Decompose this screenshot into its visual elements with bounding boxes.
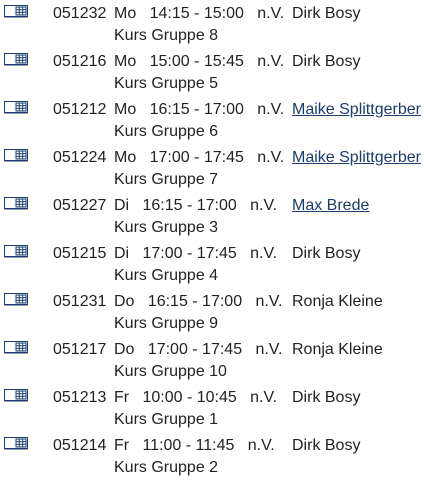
add-to-schedule-icon[interactable] bbox=[4, 437, 28, 450]
course-day: Di bbox=[114, 245, 130, 262]
course-group: Kurs Gruppe 9 bbox=[114, 315, 219, 332]
course-number: 051213 bbox=[53, 389, 107, 406]
course-group: Kurs Gruppe 4 bbox=[114, 267, 219, 284]
course-note: n.V. bbox=[250, 389, 278, 406]
course-day: Fr bbox=[114, 437, 130, 454]
course-time: 17:00 - 17:45 bbox=[149, 149, 244, 166]
course-time: 15:00 - 15:45 bbox=[149, 53, 244, 70]
course-time: 16:15 - 17:00 bbox=[142, 197, 237, 214]
course-note: n.V. bbox=[257, 5, 285, 22]
course-note: n.V. bbox=[247, 437, 275, 454]
course-group: Kurs Gruppe 6 bbox=[114, 123, 219, 140]
add-to-schedule-icon[interactable] bbox=[4, 149, 28, 162]
course-note: n.V. bbox=[255, 293, 283, 310]
add-to-schedule-icon[interactable] bbox=[4, 389, 28, 402]
add-to-schedule-icon[interactable] bbox=[4, 197, 28, 210]
course-number: 051227 bbox=[53, 197, 107, 214]
course-number: 051231 bbox=[53, 293, 107, 310]
course-time: 17:00 - 17:45 bbox=[142, 245, 237, 262]
course-number: 051214 bbox=[53, 437, 107, 454]
course-instructor: Dirk Bosy bbox=[292, 389, 361, 406]
course-group: Kurs Gruppe 8 bbox=[114, 27, 219, 44]
course-schedule: Mo 14:15 - 15:00 n.V. bbox=[114, 5, 284, 23]
course-note: n.V. bbox=[250, 245, 278, 262]
course-schedule: Mo 17:00 - 17:45 n.V. bbox=[114, 149, 284, 167]
add-to-schedule-icon[interactable] bbox=[4, 293, 28, 306]
course-time: 16:15 - 17:00 bbox=[147, 293, 243, 310]
course-schedule: Di 17:00 - 17:45 n.V. bbox=[114, 245, 277, 263]
course-row-051214: 051214 Fr 11:00 - 11:45 n.V. Dirk Bosy K… bbox=[0, 432, 424, 480]
course-instructor: Dirk Bosy bbox=[292, 53, 361, 70]
course-schedule: Do 17:00 - 17:45 n.V. bbox=[114, 341, 282, 359]
course-instructor: Dirk Bosy bbox=[292, 437, 361, 454]
course-time: 10:00 - 10:45 bbox=[142, 389, 237, 406]
course-group: Kurs Gruppe 3 bbox=[114, 219, 219, 236]
course-row-051224: 051224 Mo 17:00 - 17:45 n.V. Maike Split… bbox=[0, 144, 424, 192]
add-to-schedule-icon[interactable] bbox=[4, 53, 28, 66]
instructor-link[interactable]: Max Brede bbox=[292, 197, 369, 215]
course-instructor: Dirk Bosy bbox=[292, 245, 361, 262]
course-day: Do bbox=[114, 293, 135, 310]
course-row-051216: 051216 Mo 15:00 - 15:45 n.V. Dirk Bosy K… bbox=[0, 48, 424, 96]
course-schedule: Fr 10:00 - 10:45 n.V. bbox=[114, 389, 277, 407]
course-instructor: Ronja Kleine bbox=[292, 341, 383, 358]
course-note: n.V. bbox=[250, 197, 278, 214]
course-schedule: Do 16:15 - 17:00 n.V. bbox=[114, 293, 282, 311]
course-time: 14:15 - 15:00 bbox=[149, 5, 244, 22]
course-day: Mo bbox=[114, 101, 137, 118]
course-number: 051232 bbox=[53, 5, 107, 22]
course-row-051215: 051215 Di 17:00 - 17:45 n.V. Dirk Bosy K… bbox=[0, 240, 424, 288]
course-row-051232: 051232 Mo 14:15 - 15:00 n.V. Dirk Bosy K… bbox=[0, 0, 424, 48]
course-day: Mo bbox=[114, 5, 137, 22]
course-row-051217: 051217 Do 17:00 - 17:45 n.V. Ronja Klein… bbox=[0, 336, 424, 384]
course-number: 051224 bbox=[53, 149, 107, 166]
course-time: 17:00 - 17:45 bbox=[147, 341, 243, 358]
course-schedule: Fr 11:00 - 11:45 n.V. bbox=[114, 437, 275, 455]
course-number: 051212 bbox=[53, 101, 107, 118]
course-note: n.V. bbox=[255, 341, 283, 358]
course-time: 16:15 - 17:00 bbox=[149, 101, 244, 118]
course-note: n.V. bbox=[257, 53, 285, 70]
course-number: 051215 bbox=[53, 245, 107, 262]
course-note: n.V. bbox=[257, 101, 285, 118]
course-schedule: Di 16:15 - 17:00 n.V. bbox=[114, 197, 277, 215]
course-list: 051232 Mo 14:15 - 15:00 n.V. Dirk Bosy K… bbox=[0, 0, 424, 480]
course-instructor: Ronja Kleine bbox=[292, 293, 383, 310]
course-day: Mo bbox=[114, 53, 137, 70]
course-day: Do bbox=[114, 341, 135, 358]
add-to-schedule-icon[interactable] bbox=[4, 101, 28, 114]
course-schedule: Mo 15:00 - 15:45 n.V. bbox=[114, 53, 284, 71]
course-schedule: Mo 16:15 - 17:00 n.V. bbox=[114, 101, 284, 119]
course-row-051227: 051227 Di 16:15 - 17:00 n.V. Max Brede K… bbox=[0, 192, 424, 240]
course-number: 051216 bbox=[53, 53, 107, 70]
instructor-link[interactable]: Maike Splittgerber bbox=[292, 101, 421, 119]
course-group: Kurs Gruppe 7 bbox=[114, 171, 219, 188]
course-instructor: Dirk Bosy bbox=[292, 5, 361, 22]
course-group: Kurs Gruppe 2 bbox=[114, 459, 219, 476]
add-to-schedule-icon[interactable] bbox=[4, 245, 28, 258]
course-time: 11:00 - 11:45 bbox=[142, 437, 235, 454]
course-group: Kurs Gruppe 10 bbox=[114, 363, 227, 380]
course-day: Fr bbox=[114, 389, 130, 406]
course-row-051213: 051213 Fr 10:00 - 10:45 n.V. Dirk Bosy K… bbox=[0, 384, 424, 432]
course-row-051231: 051231 Do 16:15 - 17:00 n.V. Ronja Klein… bbox=[0, 288, 424, 336]
course-day: Mo bbox=[114, 149, 137, 166]
add-to-schedule-icon[interactable] bbox=[4, 341, 28, 354]
course-number: 051217 bbox=[53, 341, 107, 358]
course-row-051212: 051212 Mo 16:15 - 17:00 n.V. Maike Split… bbox=[0, 96, 424, 144]
add-to-schedule-icon[interactable] bbox=[4, 5, 28, 18]
instructor-link[interactable]: Maike Splittgerber bbox=[292, 149, 421, 167]
course-day: Di bbox=[114, 197, 130, 214]
course-note: n.V. bbox=[257, 149, 285, 166]
course-group: Kurs Gruppe 5 bbox=[114, 75, 219, 92]
course-group: Kurs Gruppe 1 bbox=[114, 411, 219, 428]
